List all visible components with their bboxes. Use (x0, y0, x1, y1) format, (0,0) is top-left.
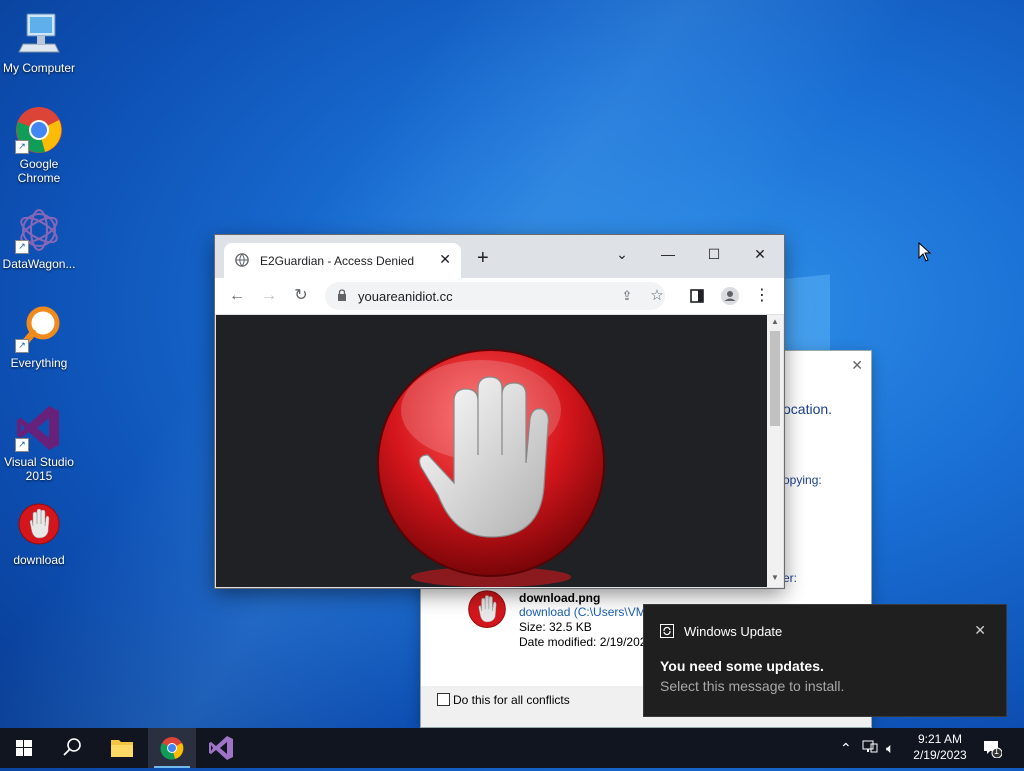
search-button[interactable] (48, 728, 96, 768)
page-content (216, 315, 767, 587)
do-for-all-checkbox[interactable] (437, 693, 450, 706)
tab-title: E2Guardian - Access Denied (260, 254, 415, 268)
shortcut-arrow-icon: ↗ (15, 438, 29, 452)
profile-avatar-icon[interactable] (718, 284, 742, 308)
tab-strip: E2Guardian - Access Denied ✕ + ⌄ — ☐ ✕ (215, 235, 784, 278)
mouse-pointer-icon (918, 242, 932, 262)
notification-count-badge: 1 (994, 746, 1000, 756)
show-hidden-icons-chevron-icon[interactable]: ⌃ (840, 740, 852, 757)
desktop-icon-datawagon[interactable]: ↗ DataWagon... (0, 206, 78, 271)
scrollbar-thumb[interactable] (770, 331, 780, 426)
visual-studio-icon: ↗ (15, 404, 63, 452)
action-center-icon[interactable]: 1 (982, 738, 1003, 761)
new-tab-button[interactable]: + (477, 247, 489, 270)
chrome-icon: ↗ (15, 106, 63, 154)
stop-hand-icon (15, 502, 63, 550)
dialog-heading-fragment: ocation. (783, 401, 833, 417)
folder-icon (111, 740, 133, 757)
shortcut-arrow-icon: ↗ (15, 240, 29, 254)
everything-search-icon: ↗ (15, 305, 63, 353)
notification-headline: You need some updates. (660, 658, 824, 674)
do-for-all-label[interactable]: Do this for all conflicts (453, 693, 570, 707)
desktop-icon-download[interactable]: download (0, 502, 78, 567)
windows-update-notification[interactable]: Windows Update ✕ You need some updates. … (644, 605, 1006, 716)
file-name[interactable]: download.png (519, 591, 600, 605)
clock-time: 9:21 AM (917, 732, 963, 746)
desktop-icon-my-computer[interactable]: My Computer (0, 10, 78, 75)
computer-icon (15, 10, 63, 58)
menu-kebab-icon[interactable]: ⋮ (750, 284, 774, 308)
taskbar: ⌃ 🔈︎ 9:21 AM 2/19/2023 1 (0, 728, 1024, 768)
windows-logo-icon (16, 740, 32, 756)
desktop-icon-label: DataWagon... (2, 257, 76, 271)
browser-toolbar: ← → ↻ youareanidiot.cc ⇪ ☆ ⋮ (215, 278, 784, 314)
windows-update-icon (660, 624, 674, 638)
desktop-icon-google-chrome[interactable]: ↗ Google Chrome (0, 106, 78, 185)
lock-icon (338, 289, 346, 301)
taskbar-chrome[interactable] (148, 728, 196, 768)
notification-app-name: Windows Update (684, 624, 783, 639)
datawagon-icon: ↗ (15, 206, 63, 254)
notification-body: Select this message to install. (660, 678, 845, 694)
scroll-down-arrow-icon[interactable]: ▼ (767, 573, 783, 587)
taskbar-file-explorer[interactable] (98, 728, 146, 768)
volume-icon[interactable]: 🔈︎ (886, 740, 894, 757)
stop-hand-icon (468, 590, 506, 628)
desktop-icon-label: My Computer (2, 61, 76, 75)
file-date-modified: Date modified: 2/19/202 (519, 635, 647, 649)
system-clock[interactable]: 9:21 AM 2/19/2023 (908, 731, 972, 763)
scroll-up-arrow-icon[interactable]: ▲ (767, 317, 783, 331)
taskbar-visual-studio[interactable] (197, 728, 245, 768)
desktop-icon-label: Visual Studio 2015 (4, 455, 74, 483)
globe-icon (235, 253, 249, 267)
desktop-icon-label: Everything (10, 356, 68, 370)
tab-e2guardian[interactable]: E2Guardian - Access Denied ✕ (224, 243, 461, 278)
notification-close-icon[interactable]: ✕ (974, 622, 986, 639)
close-window-button[interactable]: ✕ (737, 240, 783, 268)
desktop-icon-label: Google Chrome (17, 157, 61, 185)
address-bar[interactable]: youareanidiot.cc ⇪ ☆ (325, 282, 665, 310)
bookmark-star-icon[interactable]: ☆ (645, 284, 669, 308)
chrome-icon (160, 737, 184, 760)
tab-search-button[interactable]: ⌄ (599, 240, 645, 268)
start-button[interactable] (0, 728, 48, 768)
shortcut-arrow-icon: ↗ (15, 140, 29, 154)
maximize-button[interactable]: ☐ (691, 240, 737, 268)
browser-window: E2Guardian - Access Denied ✕ + ⌄ — ☐ ✕ ←… (215, 235, 784, 588)
share-icon[interactable]: ⇪ (615, 284, 639, 308)
file-thumbnail (465, 589, 509, 633)
side-panel-icon[interactable] (685, 284, 709, 308)
url-text: youareanidiot.cc (358, 289, 453, 304)
clock-date: 2/19/2023 (913, 748, 967, 762)
tab-close-icon[interactable]: ✕ (439, 251, 451, 268)
file-path-link[interactable]: download (C:\Users\VM (519, 605, 646, 619)
shortcut-arrow-icon: ↗ (15, 339, 29, 353)
desktop-icon-everything[interactable]: ↗ Everything (0, 305, 78, 370)
search-icon (63, 738, 81, 756)
stop-hand-icon (377, 349, 605, 587)
minimize-button[interactable]: — (645, 240, 691, 268)
reload-button[interactable]: ↻ (289, 284, 313, 308)
desktop-icon-visual-studio[interactable]: ↗ Visual Studio 2015 (0, 404, 78, 483)
file-size: Size: 32.5 KB (519, 620, 592, 634)
dialog-text-fragment: er: (783, 571, 798, 585)
desktop-icon-label: download (13, 553, 65, 567)
back-button[interactable]: ← (225, 284, 249, 308)
forward-button[interactable]: → (257, 284, 281, 308)
visual-studio-icon (209, 736, 233, 760)
network-icon[interactable] (862, 740, 878, 757)
dialog-close-button[interactable]: ✕ (851, 357, 863, 374)
page-scrollbar[interactable]: ▲ ▼ (767, 315, 783, 587)
dialog-text-fragment: opying: (783, 473, 822, 487)
